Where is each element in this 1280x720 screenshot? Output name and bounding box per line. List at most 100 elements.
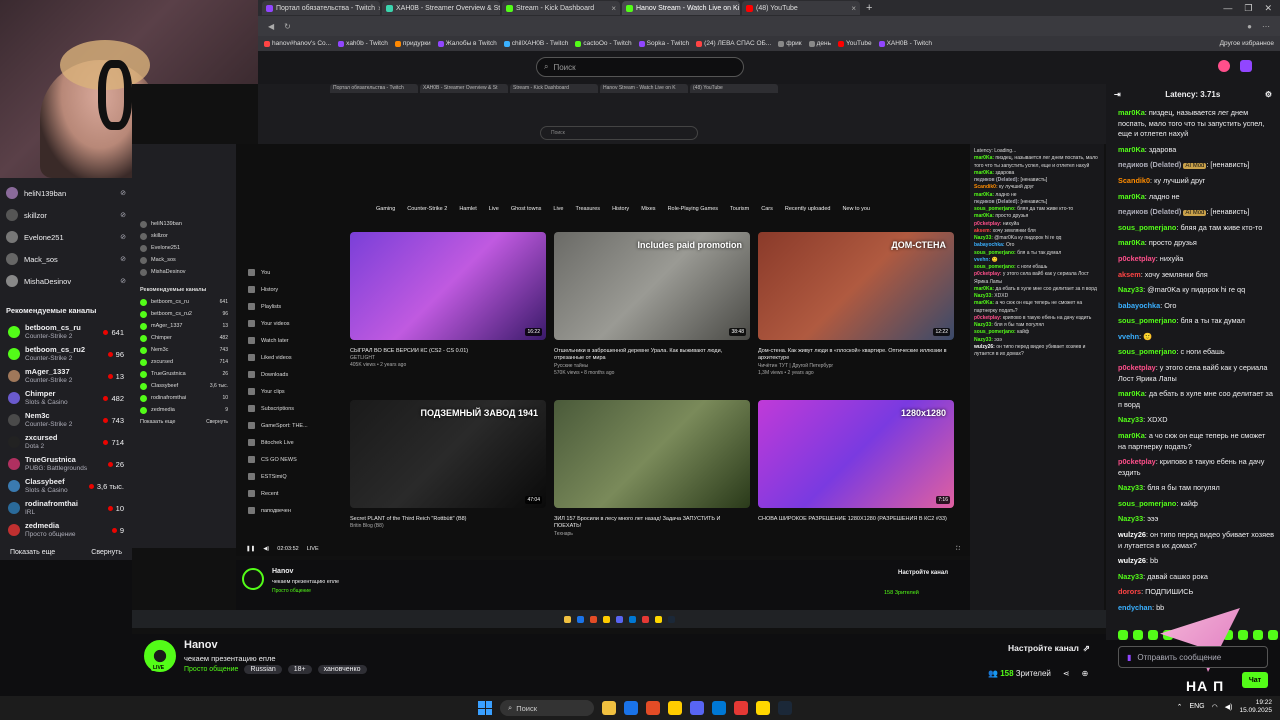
taskbar-app-icon[interactable]	[690, 701, 704, 715]
chat-username[interactable]: p0cketplay	[1118, 363, 1156, 372]
show-more-link[interactable]: Показать еще	[10, 549, 55, 556]
bookmark-item[interactable]: Жалобы в Twitch	[437, 40, 497, 47]
user-avatar[interactable]	[1240, 60, 1252, 72]
bookmark-item[interactable]: YouTube	[838, 40, 872, 47]
wifi-icon[interactable]: ◠	[1212, 703, 1218, 711]
chat-username[interactable]: Nazy33	[1118, 285, 1143, 294]
streamer-name[interactable]: Hanov	[184, 639, 218, 651]
chat-settings-icon[interactable]: ⚙	[1265, 90, 1272, 99]
browser-tab[interactable]: Портал обязательства - Twitch×	[262, 1, 380, 15]
chat-username[interactable]: mar0Ka	[1118, 108, 1145, 117]
chat-username[interactable]: Scandik0	[1118, 176, 1150, 185]
followed-channel[interactable]: Evelone251 ⊘	[6, 226, 126, 248]
chat-username[interactable]: mar0Ka	[1118, 192, 1145, 201]
chat-username[interactable]: babayochka	[1118, 301, 1160, 310]
add-user-icon[interactable]: ⊕	[1082, 669, 1089, 678]
emote-icon[interactable]	[1133, 630, 1143, 640]
chat-username[interactable]: mar0Ka	[1118, 431, 1145, 440]
chat-username[interactable]: p0cketplay	[1118, 254, 1156, 263]
clock[interactable]: 19:22 15.09.2025	[1239, 699, 1272, 715]
taskbar-app-icon[interactable]	[734, 701, 748, 715]
chat-username[interactable]: endychan	[1118, 603, 1152, 612]
language-indicator[interactable]: ENG	[1189, 703, 1204, 710]
chat-username[interactable]: dorors	[1118, 587, 1141, 596]
chat-username[interactable]: Nazy33	[1118, 514, 1143, 523]
taskbar-app-icon[interactable]	[712, 701, 726, 715]
recommended-channel[interactable]: Nem3c Counter-Strike 2 743	[0, 409, 132, 431]
tag-pill[interactable]: Russian	[244, 665, 282, 674]
bookmark-item[interactable]: chillXAH0B - Twitch	[503, 40, 568, 47]
profile-icon[interactable]: ●	[1247, 22, 1252, 31]
recommended-channel[interactable]: betboom_cs_ru Counter-Strike 2 641	[0, 321, 132, 343]
collapse-chat-icon[interactable]: ⇥	[1114, 90, 1121, 99]
minimize-icon[interactable]: —	[1223, 3, 1232, 14]
taskbar-app-icon[interactable]	[778, 701, 792, 715]
bookmark-item[interactable]: придурки	[394, 40, 431, 47]
bookmark-item[interactable]: XAH0B - Twitch	[878, 40, 932, 47]
chat-username[interactable]: mar0Ka	[1118, 145, 1145, 154]
bookmark-item[interactable]: hanov#hanov's Co...	[264, 40, 331, 47]
chat-username[interactable]: p0cketplay	[1118, 457, 1156, 466]
taskbar-app-icon[interactable]	[624, 701, 638, 715]
recommended-channel[interactable]: Chimper Slots & Casino 482	[0, 387, 132, 409]
address-bar[interactable]: ◀ ↻ ● ⋯	[258, 16, 1280, 36]
taskbar-app-icon[interactable]	[756, 701, 770, 715]
followed-channel[interactable]: skillzor ⊘	[6, 204, 126, 226]
chat-username[interactable]: aksem	[1118, 270, 1141, 279]
close-window-icon[interactable]: ✕	[1264, 3, 1272, 14]
close-tab-icon[interactable]: ×	[378, 4, 380, 13]
other-bookmarks[interactable]: Другое избранное	[1220, 40, 1274, 47]
chat-username[interactable]: mar0Ka	[1118, 389, 1145, 398]
tag-pill[interactable]: 18+	[287, 665, 312, 674]
chat-send-button[interactable]: Чат	[1242, 672, 1268, 688]
close-tab-icon[interactable]: ×	[851, 4, 856, 13]
chat-username[interactable]: Nazy33	[1118, 415, 1143, 424]
channel-settings-button[interactable]: Настройте канал ⇗	[1008, 643, 1090, 654]
browser-tab[interactable]: Hanov Stream - Watch Live on Ki×	[622, 1, 740, 15]
bookmark-item[interactable]: cactoOo - Twitch	[575, 40, 632, 47]
windows-start-icon[interactable]	[478, 701, 492, 715]
emote-picker-icon[interactable]: ▮	[1127, 653, 1131, 662]
emote-icon[interactable]	[1268, 630, 1278, 640]
browser-tab[interactable]: XAH0B - Streamer Overview & St×	[382, 1, 500, 15]
reload-icon[interactable]: ↻	[284, 22, 291, 31]
new-tab-icon[interactable]: +	[862, 2, 876, 14]
bookmark-item[interactable]: день	[808, 40, 831, 47]
taskbar-app-icon[interactable]	[602, 701, 616, 715]
pause-icon[interactable]: ❚❚	[246, 546, 255, 552]
menu-icon[interactable]: ⋯	[1262, 22, 1270, 31]
recommended-channel[interactable]: zxcursed Dota 2 714	[0, 431, 132, 453]
bookmark-item[interactable]: (24) ЛЕВА СПАС ОБ...	[696, 40, 771, 47]
volume-icon[interactable]: ◀)	[263, 546, 269, 552]
emote-icon[interactable]	[1118, 630, 1128, 640]
taskbar-app-icon[interactable]	[646, 701, 660, 715]
chat-username[interactable]: mar0Ka	[1118, 238, 1145, 247]
chat-username[interactable]: vvehn	[1118, 332, 1139, 341]
bookmark-item[interactable]: Sopka - Twitch	[638, 40, 689, 47]
chat-username[interactable]: педиков (Delated)	[1118, 160, 1181, 169]
chat-username[interactable]: wulzy26	[1118, 530, 1146, 539]
followed-channel[interactable]: MishaDesinov ⊘	[6, 270, 126, 292]
chat-username[interactable]: sous_pomerjano	[1118, 347, 1176, 356]
recommended-channel[interactable]: rodinafromthai IRL 10	[0, 497, 132, 519]
taskbar-app-icon[interactable]	[668, 701, 682, 715]
recommended-channel[interactable]: mAger_1337 Counter-Strike 2 13	[0, 365, 132, 387]
recommended-channel[interactable]: Classybeef Slots & Casino 3,6 тыс.	[0, 475, 132, 497]
speaker-icon[interactable]: ◀)	[1225, 703, 1233, 711]
chat-input[interactable]: ▮ Отправить сообщение	[1118, 646, 1268, 668]
emote-icon[interactable]	[1148, 630, 1158, 640]
player-controls[interactable]: ❚❚ ◀) 02:03:52 LIVE ⛶	[236, 542, 970, 556]
tag-pill[interactable]: хановченко	[317, 665, 367, 674]
category-link[interactable]: Просто общение	[184, 666, 238, 673]
close-tab-icon[interactable]: ×	[611, 4, 616, 13]
recommended-channel[interactable]: TrueGrustnica PUBG: Battlegrounds 26	[0, 453, 132, 475]
fullscreen-icon[interactable]: ⛶	[956, 546, 960, 553]
tray-chevron-icon[interactable]: ⌃	[1177, 703, 1183, 711]
followed-channel[interactable]: Mack_sos ⊘	[6, 248, 126, 270]
chat-username[interactable]: Nazy33	[1118, 483, 1143, 492]
bookmark-item[interactable]: фрик	[778, 40, 802, 47]
search-input[interactable]: ⌕ Поиск	[536, 57, 744, 77]
emote-icon[interactable]	[1253, 630, 1263, 640]
share-icon[interactable]: ⋖	[1063, 669, 1070, 678]
chat-username[interactable]: педиков (Delated)	[1118, 207, 1181, 216]
